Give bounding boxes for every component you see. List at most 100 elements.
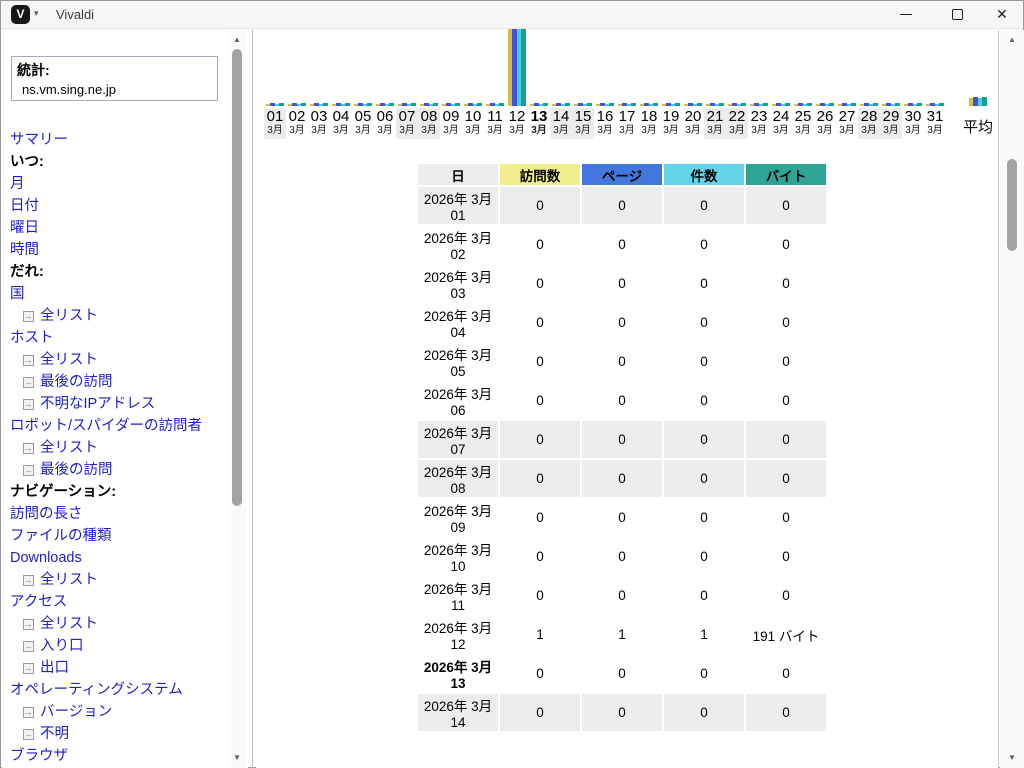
cell-visits: 1 <box>500 616 580 653</box>
bar-バイト <box>367 103 372 106</box>
sidebar-item-出口[interactable]: → 出口 <box>10 657 224 679</box>
sidebar-item-全リスト[interactable]: → 全リスト <box>10 569 224 591</box>
day-label: 13 3月 <box>528 108 550 139</box>
cell-date: 2026年 3月 01 <box>418 187 498 224</box>
sidebar-item-サマリー[interactable]: サマリー <box>10 129 224 151</box>
sidebar-item-オペレーティングシステム[interactable]: オペレーティングシステム <box>10 679 224 701</box>
cell-bytes: 0 <box>746 226 826 263</box>
bar-バイト <box>301 103 306 106</box>
sidebar-item-全リスト[interactable]: → 全リスト <box>10 437 224 459</box>
cell-date: 2026年 3月 08 <box>418 460 498 497</box>
main-scrollbar-thumb[interactable] <box>1007 159 1017 251</box>
month-label: 3月 <box>817 125 833 136</box>
cell-hits: 0 <box>664 499 744 536</box>
sidebar-scrollbar-thumb[interactable] <box>232 49 242 506</box>
table-row: 2026年 3月 06 0 0 0 0 <box>418 382 826 419</box>
scroll-down-icon[interactable]: ▼ <box>1000 753 1024 762</box>
cell-bytes: 0 <box>746 265 826 302</box>
sidebar-nav: サマリー いつ: 月日付 曜日 時間 だれ: 国 → 全リスト ホスト → 全リスト → 最後の訪問 → 不明… <box>10 129 224 767</box>
chart-day-27: 27 3月 <box>836 29 858 144</box>
cell-bytes: 0 <box>746 577 826 614</box>
chart-day-13: 13 3月 <box>528 29 550 144</box>
cell-date: 2026年 3月 09 <box>418 499 498 536</box>
day-label: 19 3月 <box>660 108 682 139</box>
sidebar-item-訪問の長さ[interactable]: 訪問の長さ <box>10 503 224 525</box>
sidebar-scrollbar[interactable]: ▲ ▼ <box>228 30 246 768</box>
bar-バイト <box>477 103 482 106</box>
day-number: 10 <box>464 108 482 125</box>
sidebar-item-アクセス[interactable]: アクセス <box>10 591 224 613</box>
month-label: 3月 <box>663 125 679 136</box>
sidebar-item-最後の訪問[interactable]: → 最後の訪問 <box>10 459 224 481</box>
sidebar-item-全リスト[interactable]: → 全リスト <box>10 305 224 327</box>
bar-バイト <box>543 103 548 106</box>
cell-date: 2026年 3月 02 <box>418 226 498 263</box>
day-label: 14 3月 <box>550 108 572 139</box>
chart-day-25: 25 3月 <box>792 29 814 144</box>
sidebar-item-label: だれ: <box>10 264 44 280</box>
column-header-バイト: バイト <box>746 164 826 185</box>
chart-day-05: 05 3月 <box>352 29 374 144</box>
sidebar-item-時間[interactable]: 時間 <box>10 239 224 261</box>
sidebar-item-label: ロボット/スパイダーの訪問者 <box>10 418 202 434</box>
sidebar-item-ブラウザ[interactable]: ブラウザ <box>10 745 224 767</box>
main-scrollbar[interactable]: ▲ ▼ <box>1000 30 1024 768</box>
sidebar-item-不明[interactable]: → 不明 <box>10 723 224 745</box>
month-label: 3月 <box>399 125 415 136</box>
bar-バイト <box>719 103 724 106</box>
close-button[interactable]: ✕ <box>985 1 1019 28</box>
sidebar-item-月[interactable]: 月 <box>10 173 224 195</box>
maximize-button[interactable] <box>940 1 974 28</box>
sidebar-item-国[interactable]: 国 <box>10 283 224 305</box>
chart-day-22: 22 3月 <box>726 29 748 144</box>
sidebar-item-ファイルの種類[interactable]: ファイルの種類 <box>10 525 224 547</box>
bar-バイト <box>433 103 438 106</box>
scroll-up-icon[interactable]: ▲ <box>228 35 246 44</box>
day-number: 24 <box>772 108 790 125</box>
cell-hits: 0 <box>664 265 744 302</box>
sidebar-item-label: バージョン <box>40 704 113 720</box>
sidebar-item-label: ホスト <box>10 330 54 346</box>
sidebar-item-label: 月 <box>10 176 25 192</box>
sidebar-item-バージョン[interactable]: → バージョン <box>10 701 224 723</box>
sidebar-item-ロボット/スパイダーの訪問者[interactable]: ロボット/スパイダーの訪問者 <box>10 415 224 437</box>
chart-bars <box>308 29 330 106</box>
cell-date: 2026年 3月 03 <box>418 265 498 302</box>
vivaldi-logo-icon[interactable]: V <box>11 5 30 24</box>
cell-visits: 0 <box>500 304 580 341</box>
sidebar-item-label: 最後の訪問 <box>40 374 113 390</box>
minimize-button[interactable] <box>889 1 923 28</box>
sidebar-item-Downloads[interactable]: Downloads <box>10 547 224 569</box>
cell-bytes: 0 <box>746 460 826 497</box>
day-label: 24 3月 <box>770 108 792 139</box>
day-number: 06 <box>376 108 394 125</box>
sidebar-item-日付[interactable]: 日付 <box>10 195 224 217</box>
sidebar-item-ホスト[interactable]: ホスト <box>10 327 224 349</box>
sidebar-item-入り口[interactable]: → 入り口 <box>10 635 224 657</box>
bar-バイト <box>345 103 350 106</box>
sidebar-item-曜日[interactable]: 曜日 <box>10 217 224 239</box>
sidebar-item-全リスト[interactable]: → 全リスト <box>10 613 224 635</box>
sidebar-item-全リスト[interactable]: → 全リスト <box>10 349 224 371</box>
table-row: 2026年 3月 08 0 0 0 0 <box>418 460 826 497</box>
chart-bars <box>572 29 594 106</box>
scroll-up-icon[interactable]: ▲ <box>1000 35 1024 44</box>
chart-bars <box>352 29 374 106</box>
day-label: 21 3月 <box>704 108 726 139</box>
chart-day-09: 09 3月 <box>440 29 462 144</box>
day-number: 22 <box>728 108 746 125</box>
cell-date: 2026年 3月 14 <box>418 694 498 731</box>
scroll-down-icon[interactable]: ▼ <box>228 753 246 762</box>
month-label: 3月 <box>421 125 437 136</box>
chart-bars <box>660 29 682 106</box>
chart-bars <box>440 29 462 106</box>
main-frame-border <box>998 30 999 768</box>
chart-day-11: 11 3月 <box>484 29 506 144</box>
sidebar-item-不明なIPアドレス[interactable]: → 不明なIPアドレス <box>10 393 224 415</box>
chevron-down-icon[interactable]: ▾ <box>34 8 39 19</box>
month-label: 3月 <box>509 125 525 136</box>
chart-bars <box>462 29 484 106</box>
sidebar-item-最後の訪問[interactable]: → 最後の訪問 <box>10 371 224 393</box>
sublink-arrow-icon: → <box>23 354 34 366</box>
cell-bytes: 0 <box>746 421 826 458</box>
